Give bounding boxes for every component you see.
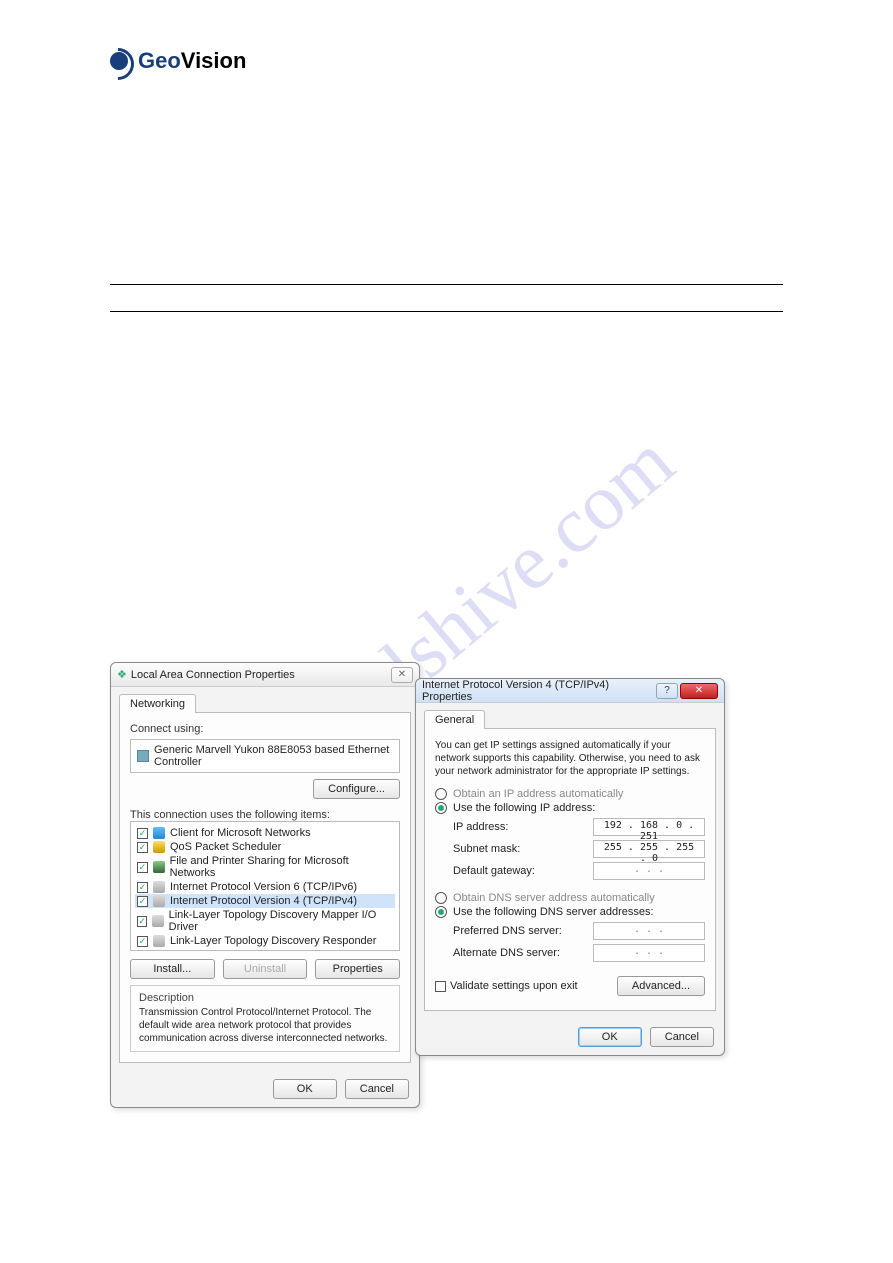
description-group: Description Transmission Control Protoco… (130, 985, 400, 1052)
radio-label: Obtain an IP address automatically (453, 788, 623, 800)
description-label: Description (139, 992, 391, 1004)
radio-dns-auto[interactable]: Obtain DNS server address automatically (435, 892, 705, 904)
item-label: Internet Protocol Version 6 (TCP/IPv6) (170, 881, 357, 893)
alternate-dns-input[interactable]: . . . (593, 944, 705, 962)
nic-icon (137, 750, 149, 762)
adapter-field: Generic Marvell Yukon 88E8053 based Ethe… (130, 739, 400, 773)
ipv4-icon (153, 895, 165, 907)
cancel-button[interactable]: Cancel (650, 1027, 714, 1047)
radio-icon (435, 802, 447, 814)
tab-general[interactable]: General (424, 710, 485, 729)
ipv6-icon (153, 881, 165, 893)
help-icon[interactable]: ? (656, 683, 678, 699)
brand-logo: GeoVision (110, 48, 783, 74)
validate-checkbox[interactable]: Validate settings upon exit (435, 980, 578, 992)
item-label: Link-Layer Topology Discovery Mapper I/O… (169, 909, 393, 933)
close-icon[interactable]: ✕ (391, 667, 413, 683)
default-gateway-label: Default gateway: (453, 865, 535, 877)
item-label: Internet Protocol Version 4 (TCP/IPv4) (170, 895, 357, 907)
tab-networking[interactable]: Networking (119, 694, 196, 713)
network-icon: ❖ (117, 668, 127, 681)
radio-icon (435, 788, 447, 800)
ipv4-intro-text: You can get IP settings assigned automat… (435, 739, 705, 778)
radio-dns-manual[interactable]: Use the following DNS server addresses: (435, 906, 705, 918)
dialog-ipv4-properties: Internet Protocol Version 4 (TCP/IPv4) P… (415, 678, 725, 1056)
titlebar: ❖ Local Area Connection Properties ✕ (111, 663, 419, 687)
subnet-mask-input[interactable]: 255 . 255 . 255 . 0 (593, 840, 705, 858)
radio-label: Use the following DNS server addresses: (453, 906, 654, 918)
validate-label: Validate settings upon exit (450, 980, 578, 992)
item-label: Link-Layer Topology Discovery Responder (170, 935, 376, 947)
advanced-button[interactable]: Advanced... (617, 976, 705, 996)
radio-ip-auto[interactable]: Obtain an IP address automatically (435, 788, 705, 800)
dialog-lan-properties: ❖ Local Area Connection Properties ✕ Net… (110, 662, 420, 1108)
ok-button[interactable]: OK (273, 1079, 337, 1099)
dialog-title: Local Area Connection Properties (131, 669, 295, 681)
ok-button[interactable]: OK (578, 1027, 642, 1047)
subnet-mask-label: Subnet mask: (453, 843, 520, 855)
preferred-dns-input[interactable]: . . . (593, 922, 705, 940)
connection-items-list[interactable]: ✓Client for Microsoft Networks ✓QoS Pack… (130, 821, 400, 951)
list-item[interactable]: ✓Internet Protocol Version 6 (TCP/IPv6) (135, 880, 395, 894)
client-icon (153, 827, 165, 839)
item-label: Client for Microsoft Networks (170, 827, 311, 839)
separator-line (110, 311, 783, 312)
preferred-dns-label: Preferred DNS server: (453, 925, 562, 937)
list-item[interactable]: ✓Link-Layer Topology Discovery Responder (135, 934, 395, 948)
logo-mark-icon (110, 52, 128, 70)
logo-text: GeoVision (138, 48, 246, 74)
radio-icon (435, 892, 447, 904)
logo-vision: Vision (181, 48, 247, 73)
figure-dialogs: ❖ Local Area Connection Properties ✕ Net… (110, 662, 783, 1042)
uninstall-button[interactable]: Uninstall (223, 959, 308, 979)
adapter-name: Generic Marvell Yukon 88E8053 based Ethe… (154, 744, 393, 768)
radio-icon (435, 906, 447, 918)
uses-items-label: This connection uses the following items… (130, 809, 400, 821)
list-item-selected[interactable]: ✓Internet Protocol Version 4 (TCP/IPv4) (135, 894, 395, 908)
ip-address-input[interactable]: 192 . 168 . 0 . 251 (593, 818, 705, 836)
radio-label: Obtain DNS server address automatically (453, 892, 655, 904)
properties-button[interactable]: Properties (315, 959, 400, 979)
list-item[interactable]: ✓File and Printer Sharing for Microsoft … (135, 854, 395, 880)
default-gateway-input[interactable]: . . . (593, 862, 705, 880)
list-item[interactable]: ✓Client for Microsoft Networks (135, 826, 395, 840)
dialog-title: Internet Protocol Version 4 (TCP/IPv4) P… (422, 679, 656, 703)
list-item[interactable]: ✓Link-Layer Topology Discovery Mapper I/… (135, 908, 395, 934)
logo-geo: Geo (138, 48, 181, 73)
description-text: Transmission Control Protocol/Internet P… (139, 1006, 391, 1045)
alternate-dns-label: Alternate DNS server: (453, 947, 560, 959)
cancel-button[interactable]: Cancel (345, 1079, 409, 1099)
item-label: File and Printer Sharing for Microsoft N… (170, 855, 393, 879)
item-label: QoS Packet Scheduler (170, 841, 281, 853)
fileprint-icon (153, 861, 165, 873)
connect-using-label: Connect using: (130, 723, 400, 735)
radio-label: Use the following IP address: (453, 802, 595, 814)
configure-button[interactable]: Configure... (313, 779, 400, 799)
lltd-responder-icon (153, 935, 165, 947)
ip-address-label: IP address: (453, 821, 508, 833)
lltd-mapper-icon (152, 915, 163, 927)
checkbox-icon (435, 981, 446, 992)
titlebar: Internet Protocol Version 4 (TCP/IPv4) P… (416, 679, 724, 703)
radio-ip-manual[interactable]: Use the following IP address: (435, 802, 705, 814)
list-item[interactable]: ✓QoS Packet Scheduler (135, 840, 395, 854)
close-icon[interactable]: ✕ (680, 683, 718, 699)
install-button[interactable]: Install... (130, 959, 215, 979)
qos-icon (153, 841, 165, 853)
